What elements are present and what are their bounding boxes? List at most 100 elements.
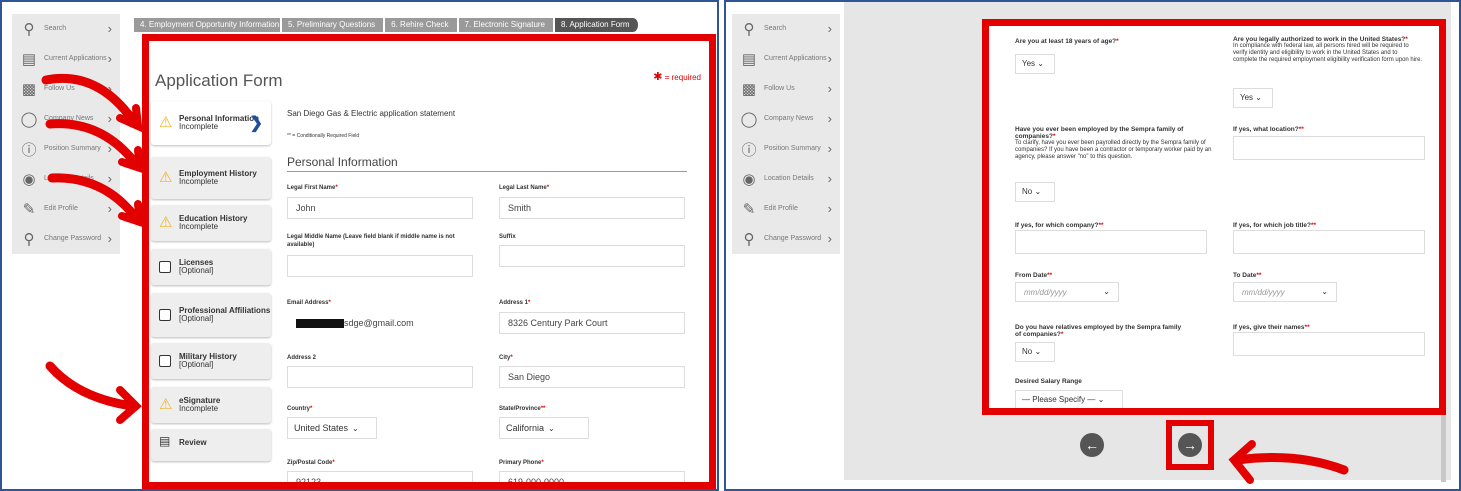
- step-personal-information[interactable]: ⚠ Personal Information Incomplete ❯: [151, 101, 271, 145]
- tab-rehire-check[interactable]: 6. Rehire Check: [385, 18, 459, 32]
- step-review[interactable]: ▤ Review: [151, 429, 271, 461]
- phone-field[interactable]: 619-000-0000: [499, 471, 685, 482]
- checkbox-icon: [159, 309, 171, 321]
- sidebar-item-change-password[interactable]: ⚲ Change Password ›: [732, 224, 840, 254]
- middle-name-field[interactable]: [287, 255, 473, 277]
- chevron-right-icon: ❯: [249, 115, 263, 132]
- annotation-arrows-top: [41, 73, 145, 228]
- arrow-right-icon: →: [1183, 437, 1197, 453]
- job-title-field[interactable]: [1233, 230, 1425, 254]
- tab-electronic-signature[interactable]: 7. Electronic Signature: [458, 18, 556, 32]
- application-statement: San Diego Gas & Electric application sta…: [287, 109, 456, 118]
- asterisk-icon: ✱: [653, 71, 663, 83]
- address1-field[interactable]: 8326 Century Park Court: [499, 312, 685, 334]
- location-field[interactable]: [1233, 136, 1425, 160]
- tab-preliminary-questions[interactable]: 5. Preliminary Questions: [282, 18, 386, 32]
- state-select[interactable]: California ⌄: [499, 417, 589, 439]
- label-text: Are you at least 18 years of age?: [1015, 38, 1117, 45]
- placeholder-text: mm/dd/yyyy: [1242, 288, 1285, 297]
- chevron-right-icon: ›: [827, 231, 832, 246]
- sidebar-item-search[interactable]: ⚲ Search ›: [732, 14, 840, 44]
- step-esignature[interactable]: ⚠ eSignature Incomplete: [151, 387, 271, 423]
- warning-icon: ⚠: [159, 214, 173, 231]
- sidebar-item-location-details[interactable]: ◉ Location Details ›: [732, 164, 840, 194]
- label-text: If yes, give their names: [1233, 324, 1305, 331]
- chevron-down-icon: ⌄: [1034, 347, 1042, 356]
- step-education-history[interactable]: ⚠ Education History Incomplete: [151, 205, 271, 241]
- key-icon: ⚲: [743, 231, 755, 248]
- suffix-label: Suffix: [499, 234, 516, 240]
- authorized-question-note: In compliance with federal law, all pers…: [1233, 43, 1423, 63]
- section-heading: Personal Information: [287, 155, 687, 172]
- from-date-field[interactable]: mm/dd/yyyy ⌄: [1015, 282, 1119, 302]
- sidebar-item-company-news[interactable]: ◯ Company News ›: [732, 104, 840, 134]
- address1-label: Address 1*: [499, 300, 531, 306]
- age-select[interactable]: Yes ⌄: [1015, 54, 1055, 74]
- chevron-right-icon: ›: [827, 51, 832, 66]
- zip-field[interactable]: 92123: [287, 471, 473, 482]
- label-text: Do you have relatives employed by the Se…: [1015, 324, 1182, 338]
- relatives-question-label: Do you have relatives employed by the Se…: [1015, 324, 1182, 338]
- first-name-field[interactable]: John: [287, 197, 473, 219]
- label-text: From Date: [1015, 272, 1048, 279]
- step-employment-history[interactable]: ⚠ Employment History Incomplete: [151, 157, 271, 199]
- sidebar-item-position-summary[interactable]: ⓘ Position Summary ›: [732, 134, 840, 164]
- step-licenses[interactable]: Licenses [Optional]: [151, 249, 271, 285]
- middle-name-label: Legal Middle Name (Leave field blank if …: [287, 234, 455, 248]
- last-name-label: Legal Last Name*: [499, 185, 550, 191]
- email-label: Email Address*: [287, 300, 331, 306]
- sidebar-item-follow-us[interactable]: ▩ Follow Us ›: [732, 74, 840, 104]
- warning-icon: ⚠: [159, 396, 173, 413]
- sidebar-item-current-applications[interactable]: ▤ Current Applications ›: [732, 44, 840, 74]
- checkbox-icon: [159, 355, 171, 367]
- last-name-field[interactable]: Smith: [499, 197, 685, 219]
- relative-names-field[interactable]: [1233, 332, 1425, 356]
- suffix-field[interactable]: [499, 245, 685, 267]
- selected-value: Yes: [1240, 93, 1254, 102]
- tab-employment-opportunity[interactable]: 4. Employment Opportunity Information: [134, 18, 282, 32]
- edit-icon: ✎: [22, 201, 36, 218]
- country-select[interactable]: United States ⌄: [287, 417, 377, 439]
- sidebar-item-search[interactable]: ⚲ Search ›: [12, 14, 120, 44]
- label-text: Are you legally authorized to work in th…: [1233, 36, 1406, 43]
- selected-value: No: [1022, 347, 1033, 356]
- label-text: Legal Last Name: [499, 185, 547, 191]
- company-field[interactable]: [1015, 230, 1207, 254]
- next-button[interactable]: →: [1178, 433, 1202, 457]
- step-status: Incomplete: [179, 404, 219, 413]
- chevron-down-icon: ⌄: [1037, 59, 1044, 68]
- step-professional-affiliations[interactable]: Professional Affiliations [Optional]: [151, 293, 271, 337]
- chevron-right-icon: ›: [827, 201, 832, 216]
- redaction-bar: [296, 319, 344, 329]
- step-military-history[interactable]: Military History [Optional]: [151, 343, 271, 379]
- relatives-select[interactable]: No ⌄: [1015, 342, 1055, 362]
- placeholder-text: mm/dd/yyyy: [1024, 288, 1067, 297]
- required-note: ✱ = required: [653, 70, 701, 83]
- salary-select[interactable]: — Please Specify — ⌄: [1015, 390, 1123, 408]
- sidebar-item-edit-profile[interactable]: ✎ Edit Profile ›: [732, 194, 840, 224]
- selected-value: No: [1022, 187, 1033, 196]
- tab-application-form[interactable]: 8. Application Form: [555, 18, 640, 32]
- city-field[interactable]: San Diego: [499, 366, 685, 388]
- selected-value: Yes: [1022, 59, 1036, 68]
- company-question-label: If yes, for which company?**: [1015, 222, 1104, 229]
- phone-label: Primary Phone*: [499, 460, 544, 466]
- label-text: If yes, for which job title?: [1233, 222, 1312, 229]
- country-label: Country*: [287, 406, 313, 412]
- map-pin-icon: ◉: [22, 171, 36, 188]
- map-pin-icon: ◉: [742, 171, 756, 188]
- previous-button[interactable]: ←: [1080, 433, 1104, 457]
- state-label: State/Province**: [499, 406, 546, 412]
- label-text: Address 1: [499, 300, 529, 306]
- warning-icon: ⚠: [159, 114, 173, 131]
- sidebar: ⚲ Search › ▤ Current Applications › ▩ Follow …: [732, 14, 840, 254]
- to-date-label: To Date**: [1233, 272, 1262, 279]
- authorized-select[interactable]: Yes ⌄: [1233, 88, 1273, 108]
- chevron-down-icon: ⌄: [1255, 93, 1262, 102]
- step-title: Review: [179, 438, 207, 447]
- to-date-field[interactable]: mm/dd/yyyy ⌄: [1233, 282, 1337, 302]
- employed-select[interactable]: No ⌄: [1015, 182, 1055, 202]
- label-text: To Date: [1233, 272, 1257, 279]
- email-field[interactable]: sdge@gmail.com: [287, 312, 473, 334]
- address2-field[interactable]: [287, 366, 473, 388]
